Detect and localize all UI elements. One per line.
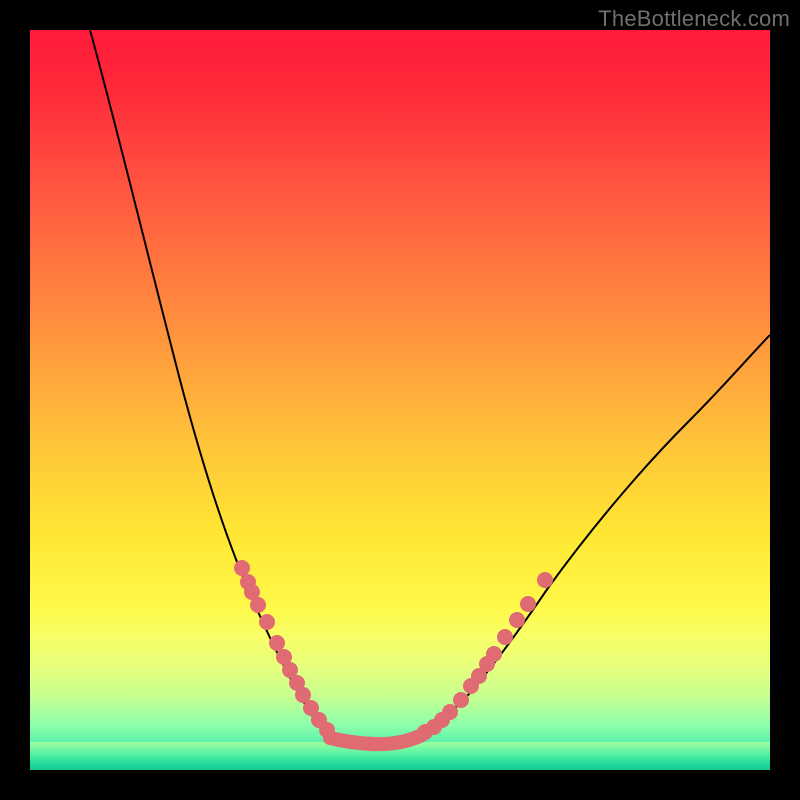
data-dot: [319, 722, 335, 738]
curve-flat-bottom: [330, 735, 422, 744]
curve-svg: [30, 30, 770, 770]
data-dot: [259, 614, 275, 630]
chart-frame: TheBottleneck.com: [0, 0, 800, 800]
right-branch-dots: [417, 572, 553, 740]
data-dot: [250, 597, 266, 613]
data-dot: [486, 646, 502, 662]
watermark-text: TheBottleneck.com: [598, 6, 790, 32]
data-dot: [520, 596, 536, 612]
data-dot: [234, 560, 250, 576]
left-branch-dots: [234, 560, 335, 738]
plot-area: [30, 30, 770, 770]
data-dot: [537, 572, 553, 588]
data-dot: [269, 635, 285, 651]
data-dot: [497, 629, 513, 645]
data-dot: [509, 612, 525, 628]
data-dot: [442, 704, 458, 720]
data-dot: [453, 692, 469, 708]
bottleneck-curve: [90, 30, 770, 743]
